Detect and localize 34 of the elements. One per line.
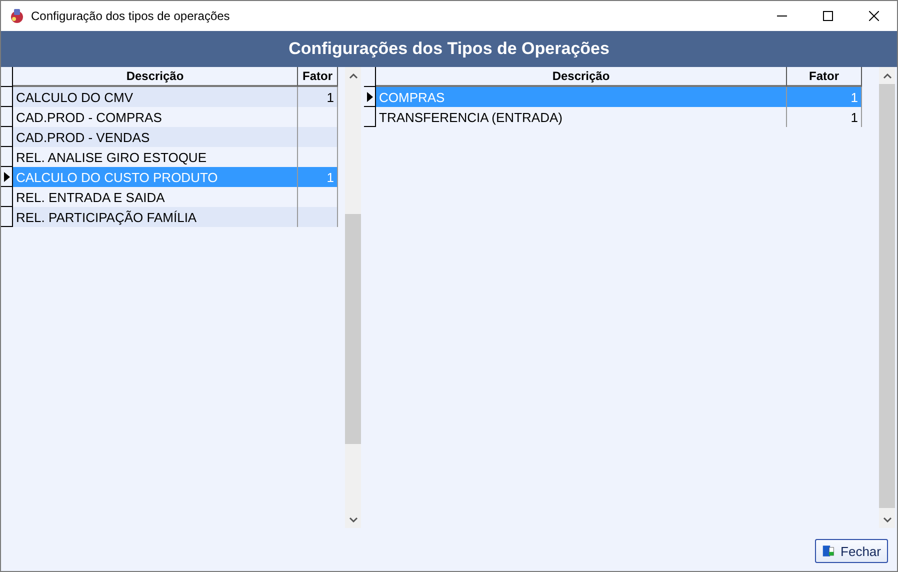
table-cell [298, 207, 338, 227]
header-corner [364, 67, 376, 87]
table-cell: CALCULO DO CUSTO PRODUTO [13, 167, 298, 187]
row-indicator[interactable] [1, 87, 13, 107]
column-header[interactable]: Fator [298, 67, 338, 87]
table-cell: 1 [787, 87, 862, 107]
table-cell: REL. PARTICIPAÇÃO FAMÍLIA [13, 207, 298, 227]
table-cell: COMPRAS [376, 87, 787, 107]
table-cell: CALCULO DO CMV [13, 87, 298, 107]
maximize-icon[interactable] [823, 11, 833, 21]
row-pointer-icon [366, 92, 372, 102]
row-indicator[interactable] [364, 87, 376, 107]
row-indicator[interactable] [1, 187, 13, 207]
table-cell: 1 [298, 87, 338, 107]
app-icon [9, 8, 25, 24]
table-cell: TRANSFERENCIA (ENTRADA) [376, 107, 787, 127]
row-indicator[interactable] [1, 207, 13, 227]
row-indicator[interactable] [364, 107, 376, 127]
column-header[interactable]: Fator [787, 67, 862, 87]
row-pointer-icon [4, 172, 10, 182]
close-button[interactable]: Fechar [815, 539, 888, 563]
header-title: Configurações dos Tipos de Operações [1, 31, 897, 67]
table-cell: 1 [298, 167, 338, 187]
row-indicator[interactable] [1, 147, 13, 167]
column-header[interactable]: Descrição [13, 67, 298, 87]
window-title: Configuração dos tipos de operações [31, 9, 231, 23]
row-indicator[interactable] [1, 107, 13, 127]
table-cell: CAD.PROD - VENDAS [13, 127, 298, 147]
exit-door-icon [822, 544, 835, 558]
row-indicator[interactable] [1, 167, 13, 187]
row-indicator[interactable] [1, 127, 13, 147]
close-icon[interactable] [869, 11, 879, 21]
column-header[interactable]: Descrição [376, 67, 787, 87]
table-cell [298, 127, 338, 147]
